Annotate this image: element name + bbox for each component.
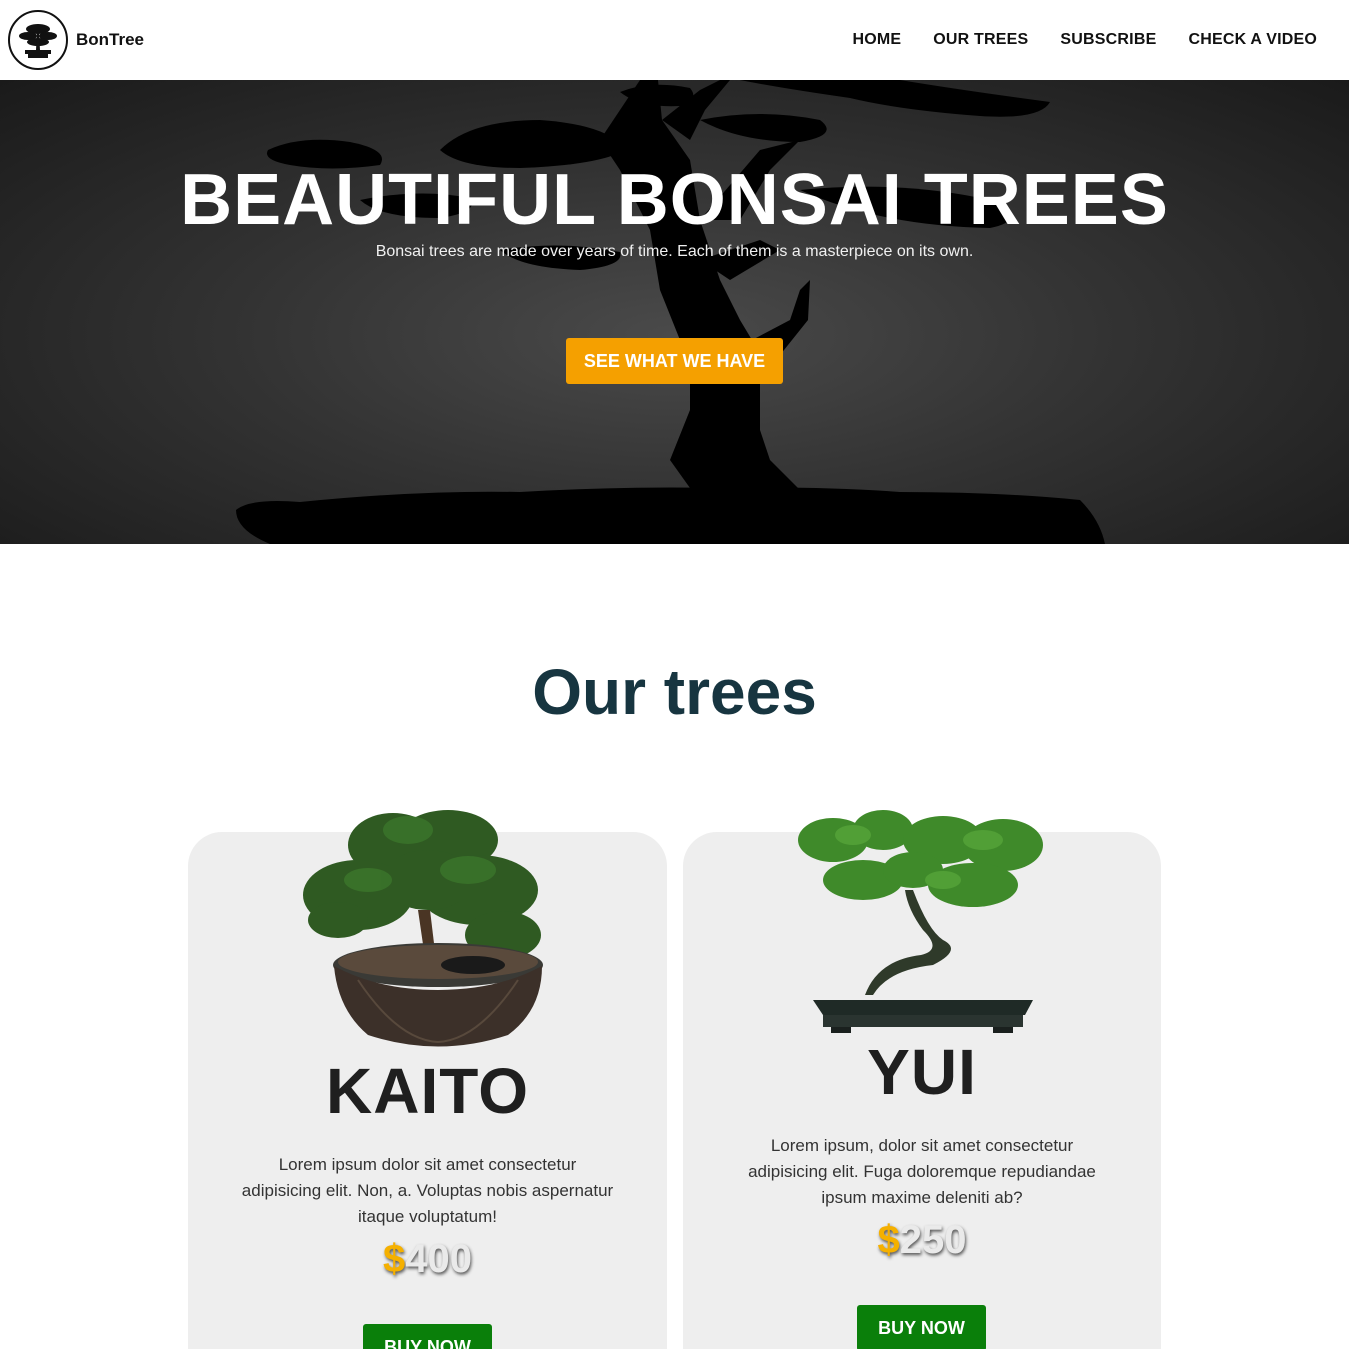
product-name: KAITO	[326, 1055, 529, 1127]
currency-symbol: $	[877, 1218, 900, 1262]
buy-now-button-kaito[interactable]: BUY NOW	[363, 1324, 492, 1349]
nav-check-video-link[interactable]: CHECK A VIDEO	[1188, 31, 1317, 49]
price-value: 400	[405, 1237, 472, 1281]
product-price: $250	[683, 1218, 1161, 1263]
nav-subscribe-link[interactable]: SUBSCRIBE	[1060, 31, 1156, 49]
brand[interactable]: BonTree	[8, 10, 144, 70]
section-title: Our trees	[532, 656, 817, 728]
product-description: Lorem ipsum dolor sit amet consectetur a…	[241, 1155, 614, 1226]
currency-symbol: $	[383, 1237, 406, 1281]
yui-bonsai-image	[798, 810, 1043, 1033]
main-menu: HOME OUR TREES SUBSCRIBE CHECK A VIDEO	[852, 31, 1341, 49]
product-card-kaito: KAITO Lorem ipsum dolor sit amet consect…	[188, 810, 667, 1349]
hero-title: BEAUTIFUL BONSAI TREES	[180, 160, 1169, 240]
see-what-we-have-button[interactable]: SEE WHAT WE HAVE	[566, 338, 783, 384]
nav-our-trees-link[interactable]: OUR TREES	[933, 31, 1028, 49]
nav-home-link[interactable]: HOME	[852, 31, 901, 49]
product-price: $400	[188, 1237, 667, 1282]
price-value: 250	[899, 1218, 967, 1262]
bonsai-silhouette-image	[236, 80, 1105, 544]
hero-subtitle: Bonsai trees are made over years of time…	[375, 243, 974, 260]
hero-section: BEAUTIFUL BONSAI TREES Bonsai trees are …	[0, 80, 1349, 544]
product-card-yui: YUI Lorem ipsum, dolor sit amet consecte…	[683, 810, 1161, 1349]
top-navbar: BonTree HOME OUR TREES SUBSCRIBE CHECK A…	[0, 0, 1349, 80]
product-name: YUI	[867, 1036, 977, 1108]
buy-now-button-yui[interactable]: BUY NOW	[857, 1305, 986, 1349]
product-description: Lorem ipsum, dolor sit amet consectetur …	[748, 1136, 1096, 1207]
brand-name: BonTree	[76, 30, 145, 49]
kaito-bonsai-image	[303, 810, 543, 1047]
bonsai-logo-icon	[8, 10, 68, 70]
